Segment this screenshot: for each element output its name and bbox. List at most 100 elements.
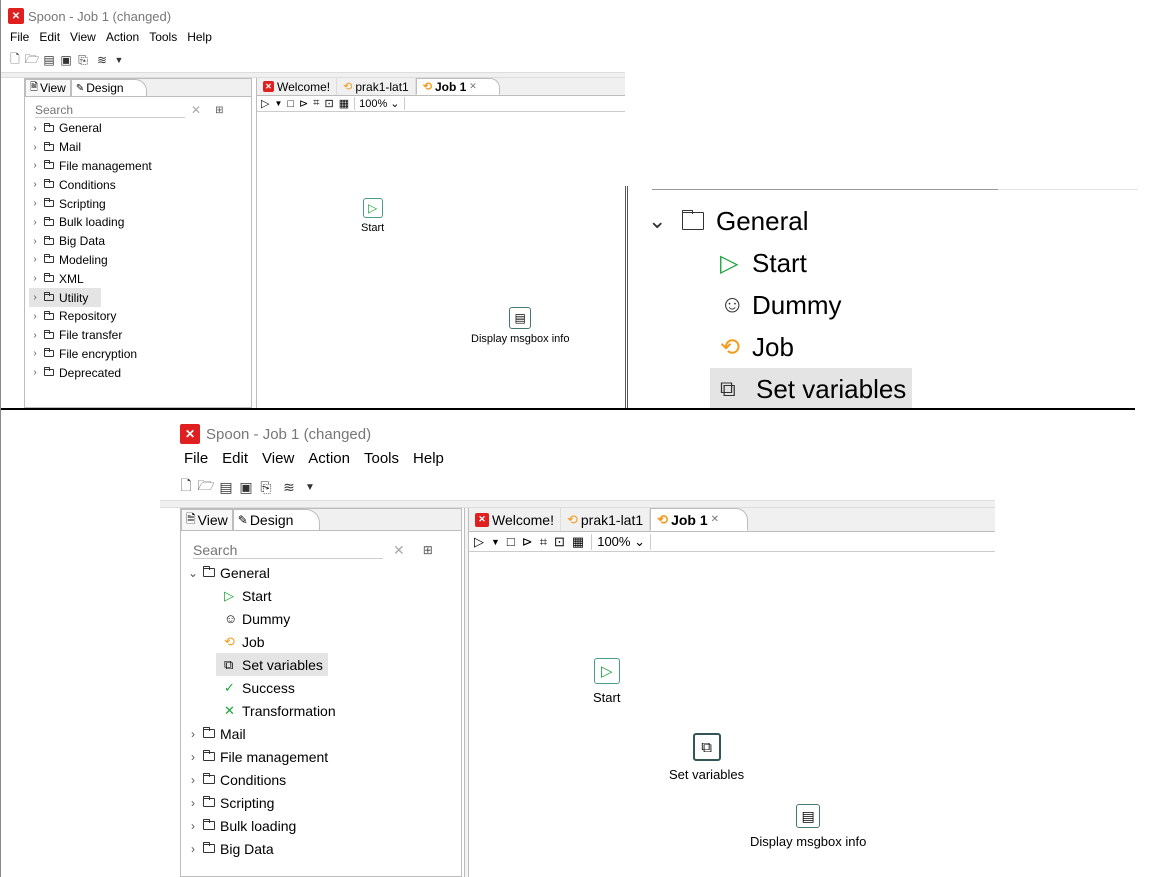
stop-icon[interactable]: □ (507, 534, 515, 549)
menu-action[interactable]: Action (106, 30, 139, 44)
run-icon[interactable]: ▷ (474, 534, 484, 550)
tab-design[interactable]: ✎ Design (70, 79, 147, 96)
chevron-down-icon[interactable]: ⌄ (186, 566, 200, 580)
tab-prak[interactable]: ⟲ prak1-lat1 (337, 78, 416, 95)
new-file-icon[interactable]: 🗋 (8, 50, 22, 71)
tree-folder-scripting[interactable]: › Scripting (186, 791, 461, 814)
collapse-tree-icon[interactable]: ⊞ (215, 105, 223, 116)
tab-job1[interactable]: ⟲ Job 1 ✕ (415, 78, 500, 95)
chevron-right-icon[interactable]: › (186, 819, 200, 833)
chevron-right-icon[interactable]: › (29, 236, 41, 247)
close-tab-icon[interactable]: ✕ (711, 514, 719, 525)
chevron-right-icon[interactable]: › (29, 217, 41, 228)
chevron-right-icon[interactable]: › (29, 142, 41, 153)
tree-folder-scripting[interactable]: › Scripting (29, 194, 251, 213)
menu-edit[interactable]: Edit (39, 30, 60, 44)
tree-folder-conditions[interactable]: › Conditions (186, 768, 461, 791)
tree-folder-utility[interactable]: › Utility (29, 288, 101, 307)
menu-edit[interactable]: Edit (222, 450, 248, 467)
save-as-icon[interactable]: ⎘ (258, 479, 274, 496)
chevron-right-icon[interactable]: › (29, 198, 41, 209)
chevron-right-icon[interactable]: › (29, 330, 41, 341)
menu-view[interactable]: View (70, 30, 96, 44)
run-options-icon[interactable]: ▼ (491, 537, 500, 547)
check-icon[interactable]: ⊡ (324, 97, 333, 110)
close-tab-icon[interactable]: ✕ (469, 81, 477, 92)
tree-folder-file-encryption[interactable]: › File encryption (29, 345, 251, 364)
tree-folder-mail[interactable]: › Mail (186, 722, 461, 745)
save-as-icon[interactable]: ⎘ (76, 53, 90, 68)
collapse-tree-icon[interactable]: ⊞ (423, 543, 433, 557)
msgbox-node[interactable]: ▤ Display msgbox info (750, 804, 866, 849)
tree-step-set-variables[interactable]: ⧉ Set variables (216, 653, 328, 676)
tree-folder-repository[interactable]: › Repository (29, 307, 251, 326)
chevron-right-icon[interactable]: › (29, 179, 41, 190)
tree-folder-file-management[interactable]: › File management (186, 745, 461, 768)
chevron-right-icon[interactable]: › (29, 311, 41, 322)
tab-view[interactable]: 🗎 View (181, 509, 233, 530)
chevron-right-icon[interactable]: › (29, 292, 41, 303)
chevron-right-icon[interactable]: › (186, 750, 200, 764)
open-file-icon[interactable]: 🗁 (197, 475, 214, 499)
zoomed-setvars-row[interactable]: ⧉ Set variables (710, 368, 912, 410)
tree-step-start[interactable]: ▷ Start (186, 584, 461, 607)
tree-folder-big-data[interactable]: › Big Data (29, 232, 251, 251)
zoomed-start-row[interactable]: ▷ Start (648, 242, 912, 284)
chevron-right-icon[interactable]: › (29, 273, 41, 284)
tree-step-dummy[interactable]: ☺ Dummy (186, 607, 461, 630)
tree-folder-mail[interactable]: › Mail (29, 138, 251, 157)
search-input[interactable] (35, 102, 185, 118)
tab-design[interactable]: ✎ Design (232, 509, 321, 530)
zoomed-job-row[interactable]: ⟲ Job (648, 326, 912, 368)
grid-icon[interactable]: ▦ (572, 534, 584, 550)
debug-icon[interactable]: ⌗ (313, 97, 319, 110)
zoom-select[interactable]: 100% ⌄ (591, 533, 651, 550)
menu-action[interactable]: Action (308, 450, 350, 467)
new-file-icon[interactable]: 🗋 (178, 475, 194, 499)
tree-folder-big-data[interactable]: › Big Data (186, 837, 461, 860)
menu-help[interactable]: Help (413, 450, 444, 467)
debug-icon[interactable]: ⌗ (540, 534, 547, 550)
zoomed-general-row[interactable]: ⌄ General (648, 200, 912, 242)
open-file-icon[interactable]: 🗁 (25, 50, 40, 71)
menu-tools[interactable]: Tools (364, 450, 399, 467)
tree-step-transformation[interactable]: ✕ Transformation (186, 699, 461, 722)
chevron-right-icon[interactable]: › (186, 796, 200, 810)
layers-icon[interactable]: ≋ (278, 479, 300, 496)
preview-icon[interactable]: ⊳ (299, 97, 308, 110)
chevron-right-icon[interactable]: › (29, 348, 41, 359)
dropdown-icon[interactable]: ▼ (304, 482, 316, 493)
explore-icon[interactable]: ▤ (42, 53, 56, 67)
setvars-node[interactable]: ⧉ Set variables (669, 733, 744, 782)
tree-step-success[interactable]: ✓ Success (186, 676, 461, 699)
tree-folder-bulk-loading[interactable]: › Bulk loading (186, 814, 461, 837)
tree-folder-deprecated[interactable]: › Deprecated (29, 363, 251, 382)
preview-icon[interactable]: ⊳ (522, 534, 533, 550)
tree-folder-conditions[interactable]: › Conditions (29, 175, 251, 194)
tab-welcome[interactable]: ✕ Welcome! (469, 508, 561, 531)
clear-search-icon[interactable]: ✕ (393, 542, 405, 559)
grid-icon[interactable]: ▦ (339, 97, 349, 110)
check-icon[interactable]: ⊡ (554, 534, 565, 550)
chevron-right-icon[interactable]: › (186, 842, 200, 856)
dropdown-icon[interactable]: ▼ (114, 55, 124, 65)
chevron-right-icon[interactable]: › (29, 123, 41, 134)
tab-view[interactable]: 🗎 View (25, 79, 71, 96)
menu-file[interactable]: File (10, 30, 29, 44)
tree-folder-general[interactable]: › General (29, 119, 251, 138)
chevron-right-icon[interactable]: › (29, 254, 41, 265)
zoomed-dummy-row[interactable]: ☺ Dummy (648, 284, 912, 326)
zoom-select[interactable]: 100% ⌄ (354, 97, 405, 110)
tab-job1[interactable]: ⟲ Job 1 ✕ (650, 508, 749, 531)
layers-icon[interactable]: ≋ (93, 53, 111, 67)
tree-folder-file-transfer[interactable]: › File transfer (29, 326, 251, 345)
start-node[interactable]: ▷ Start (593, 658, 620, 705)
tree-folder-bulk-loading[interactable]: › Bulk loading (29, 213, 251, 232)
save-icon[interactable]: ▣ (238, 479, 254, 496)
menu-help[interactable]: Help (187, 30, 212, 44)
chevron-right-icon[interactable]: › (29, 160, 41, 171)
run-icon[interactable]: ▷ (261, 97, 269, 110)
tree-step-job[interactable]: ⟲ Job (186, 630, 461, 653)
tree-folder-file-management[interactable]: › File management (29, 157, 251, 176)
menu-tools[interactable]: Tools (149, 30, 177, 44)
